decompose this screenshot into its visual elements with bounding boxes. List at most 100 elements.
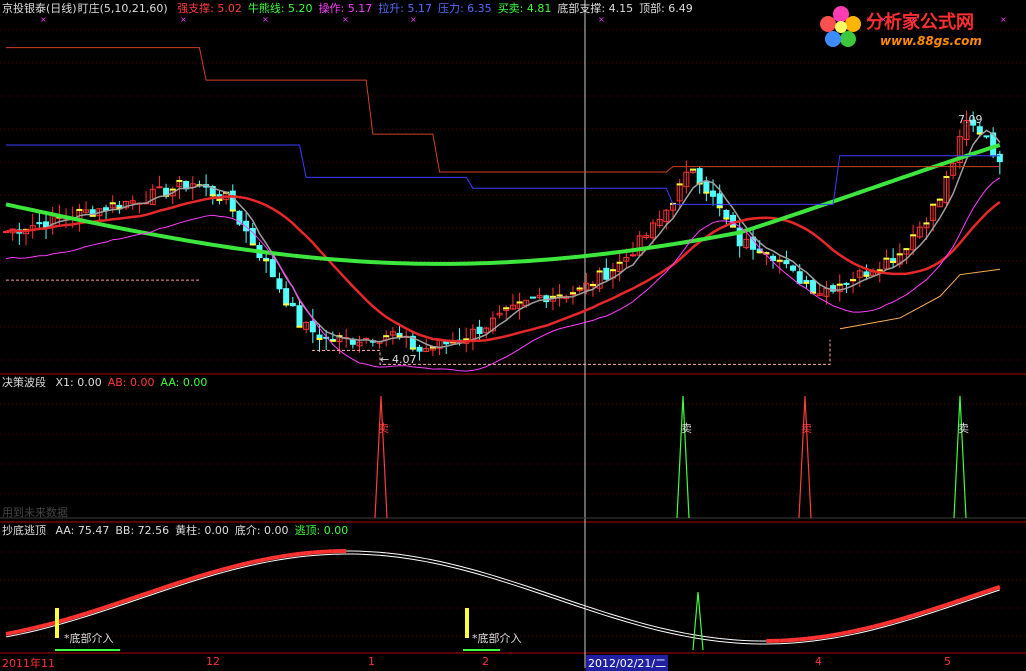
buy-marker [703, 192, 709, 194]
candle-body [37, 223, 42, 224]
candle-body [230, 191, 235, 210]
osc-bar [960, 598, 967, 600]
osc-bar [19, 630, 26, 631]
logo-url: www.88gs.com [880, 34, 982, 48]
stock-chart[interactable]: ××××××××××× [0, 0, 1026, 670]
candle-body [157, 187, 162, 188]
escape-top-spike [693, 592, 703, 650]
sell-spike-2 [677, 396, 689, 518]
x-label-6: 5 [944, 655, 951, 668]
osc-bar [413, 556, 420, 557]
osc-bar [920, 611, 927, 613]
candle-body [717, 194, 722, 207]
osc-bar [119, 600, 126, 602]
osc-bar [186, 578, 193, 580]
candle-body [477, 327, 482, 333]
buy-marker [937, 199, 943, 201]
sell-spike-4 [954, 396, 966, 518]
osc-bar [873, 625, 880, 627]
candle-body [791, 266, 796, 270]
osc-bar [846, 631, 853, 632]
osc-bar [973, 594, 980, 596]
candle-body [731, 215, 736, 226]
osc-bar [46, 623, 53, 625]
osc-bar [980, 591, 987, 593]
buy-marker [410, 348, 416, 350]
osc-bar [533, 588, 540, 590]
buy-marker [803, 282, 809, 284]
osc-bar [813, 637, 820, 638]
osc-bar [633, 621, 640, 623]
bottom-entry-label-1: *底部介入 [64, 630, 114, 646]
osc-bar [833, 634, 840, 635]
osc-bar [826, 635, 833, 636]
osc-bar [640, 623, 647, 625]
buy-marker [597, 270, 603, 272]
osc-bar [926, 609, 933, 611]
osc-bar [219, 569, 226, 571]
sell-spike-3 [799, 396, 811, 518]
osc-bar [506, 580, 513, 582]
buy-marker [76, 209, 82, 211]
buy-marker [903, 248, 909, 250]
osc-bar [840, 633, 847, 634]
osc-bar [700, 636, 707, 637]
osc-bar [946, 603, 953, 605]
buy-marker [296, 326, 302, 328]
buy-marker [170, 189, 176, 191]
candle-body [604, 268, 609, 279]
osc-bar [380, 552, 387, 553]
osc-bar [493, 575, 500, 577]
sell-signal-4: 卖 [958, 420, 969, 436]
buy-marker [503, 307, 509, 309]
osc-bar [426, 559, 433, 560]
cross-marker: × [40, 15, 47, 24]
candle-body [530, 297, 535, 298]
osc-bar [99, 607, 106, 609]
sell-signal-1: 卖 [378, 420, 389, 436]
osc-bar [33, 627, 40, 629]
osc-bar [886, 621, 893, 623]
yellow-column-1 [55, 608, 59, 638]
buy-marker [897, 253, 903, 255]
candle-body [284, 289, 289, 305]
candle-body [751, 237, 756, 249]
osc-bar [966, 596, 973, 598]
osc-bar [526, 586, 533, 588]
osc-bar [239, 564, 246, 566]
osc-bar [473, 570, 480, 572]
buy-marker [923, 222, 929, 224]
x-label-3: 2 [482, 655, 489, 668]
buy-marker [263, 259, 269, 261]
buy-marker [890, 261, 896, 263]
osc-bar [620, 617, 627, 619]
signal-panel-header: 决策波段 X1: 0.00AB: 0.00AA: 0.00 [2, 376, 213, 390]
ma21-line [6, 196, 1000, 341]
sell-signal-3: 卖 [801, 420, 812, 436]
cross-marker: × [598, 15, 605, 24]
osc-bar [226, 567, 233, 569]
osc-bar [900, 618, 907, 620]
signal-panel-title: 决策波段 [2, 376, 46, 389]
candle-body [704, 181, 709, 193]
osc-bar [173, 583, 180, 585]
buy-marker [383, 335, 389, 337]
signal-param-0: X1: 0.00 [56, 376, 102, 389]
yellow-column-2 [465, 608, 469, 638]
osc-bar [660, 628, 667, 630]
osc-bar [706, 637, 713, 638]
buy-marker [216, 199, 222, 201]
osc-bar [680, 632, 687, 633]
osc-bar [106, 605, 113, 607]
osc-bar [279, 556, 286, 557]
bottom-entry-label-2: *底部介入 [472, 630, 522, 646]
buy-marker [757, 251, 763, 253]
osc-bar [853, 630, 860, 631]
bottom-param-2: 黄柱: 0.00 [175, 524, 229, 537]
cross-marker: × [410, 15, 417, 24]
x-label-0: 2011年11 [2, 655, 55, 671]
logo-name: 分析家公式网 [866, 8, 974, 34]
osc-bar [199, 574, 206, 576]
osc-bar [793, 639, 800, 640]
candle-body [270, 260, 275, 277]
